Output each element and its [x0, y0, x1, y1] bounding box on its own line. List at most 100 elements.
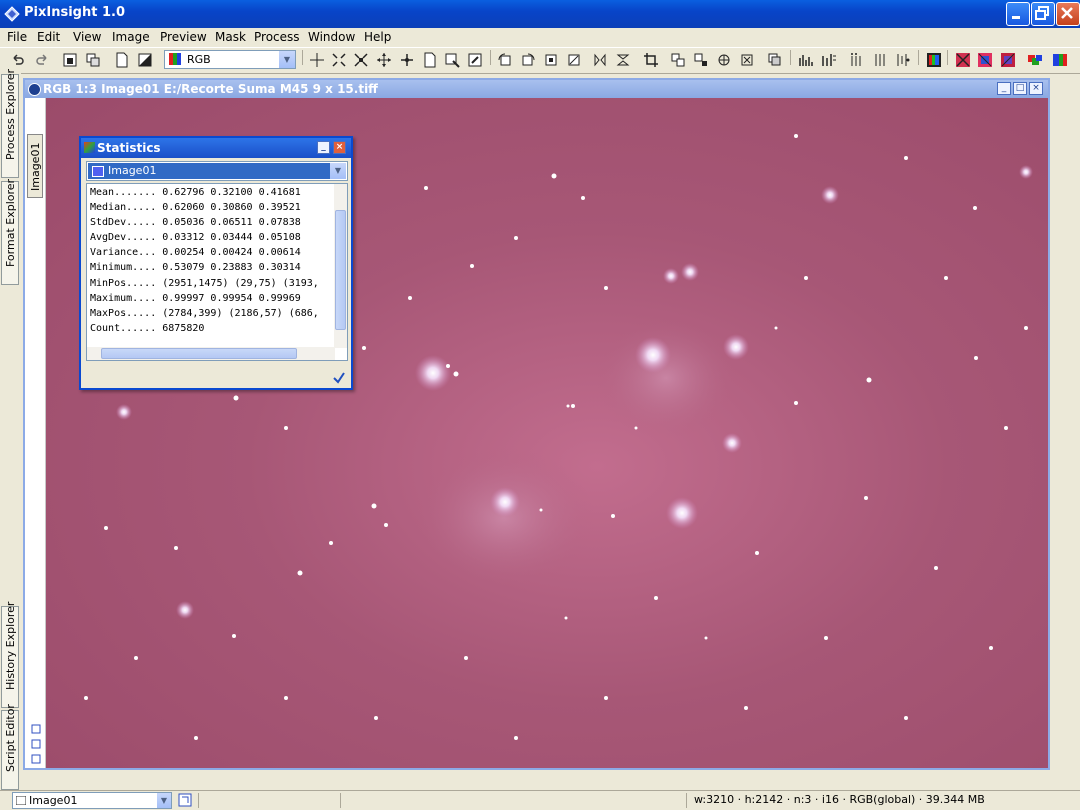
select-preview-icon[interactable] — [444, 52, 460, 68]
menu-help[interactable]: Help — [364, 30, 391, 44]
image-window-titlebar[interactable]: RGB 1:3 Image01 E:/Recorte Suma M45 9 x … — [25, 80, 1048, 98]
tab-history-explorer[interactable]: History Explorer — [1, 602, 19, 708]
menu-window[interactable]: Window — [308, 30, 355, 44]
redo-icon[interactable] — [34, 52, 50, 68]
restore-button[interactable] — [1031, 2, 1055, 26]
undo-icon[interactable] — [10, 52, 26, 68]
histogram-icon[interactable] — [798, 52, 814, 68]
rotate-right-icon[interactable] — [520, 52, 536, 68]
minimize-button[interactable] — [1006, 2, 1030, 26]
menu-image[interactable]: Image — [112, 30, 150, 44]
screen-transfer-icon[interactable] — [926, 52, 942, 68]
status-separator — [340, 793, 341, 808]
stat-label: Mean....... — [90, 187, 157, 198]
statistics-icon[interactable] — [848, 52, 864, 68]
menu-file[interactable]: File — [7, 30, 27, 44]
crop-icon[interactable] — [643, 52, 659, 68]
zoom-in-icon[interactable] — [331, 52, 347, 68]
statistics-titlebar[interactable]: Statistics _ × — [81, 138, 351, 158]
crosshair-icon[interactable] — [309, 52, 325, 68]
new-image-icon[interactable] — [114, 52, 130, 68]
star — [663, 268, 679, 284]
star — [284, 696, 288, 700]
statistics-title: Statistics — [97, 141, 161, 155]
channel-combine-icon[interactable] — [895, 52, 911, 68]
stat-values: 6875820 — [162, 322, 205, 334]
view-select[interactable]: Image01 ▼ — [86, 161, 348, 181]
fast-rotation-icon[interactable] — [716, 52, 732, 68]
star — [723, 334, 749, 360]
vertical-scrollbar[interactable] — [334, 184, 347, 348]
close-button[interactable] — [1056, 2, 1080, 26]
star — [551, 173, 557, 179]
scroll-thumb[interactable] — [335, 210, 346, 330]
tab-format-explorer[interactable]: Format Explorer — [1, 179, 19, 285]
invert-icon[interactable] — [137, 52, 153, 68]
menu-view[interactable]: View — [73, 30, 101, 44]
pan-icon[interactable] — [399, 52, 415, 68]
rgb-preview-icon[interactable] — [1052, 52, 1068, 68]
star — [666, 497, 698, 529]
star — [755, 551, 759, 555]
tab-process-explorer[interactable]: Process Explorer — [1, 69, 19, 178]
rotate-left-icon[interactable] — [497, 52, 513, 68]
star — [973, 206, 977, 210]
star — [1004, 426, 1008, 430]
edit-preview-icon[interactable] — [467, 52, 483, 68]
star — [704, 636, 708, 640]
mask-invert-icon[interactable] — [977, 52, 993, 68]
rotate-180-icon[interactable] — [543, 52, 559, 68]
statistics-minimize-button[interactable]: _ — [317, 141, 330, 154]
menu-preview[interactable]: Preview — [160, 30, 207, 44]
star — [116, 404, 132, 420]
zoom-out-icon[interactable] — [353, 52, 369, 68]
horizontal-scrollbar[interactable] — [87, 347, 335, 360]
mirror-vertical-icon[interactable] — [615, 52, 631, 68]
color-space-icon[interactable] — [767, 52, 783, 68]
star — [514, 736, 518, 740]
chevron-down-icon[interactable]: ▼ — [157, 793, 171, 808]
stat-label: Maximum.... — [90, 292, 157, 304]
image-window-title: RGB 1:3 Image01 E:/Recorte Suma M45 9 x … — [43, 82, 378, 96]
star — [490, 487, 520, 517]
image-maximize-button[interactable]: □ — [1013, 82, 1027, 95]
dynamic-crop-icon[interactable] — [739, 52, 755, 68]
scroll-thumb[interactable] — [101, 348, 297, 359]
new-view-icon[interactable] — [178, 793, 192, 807]
channel-select[interactable]: RGB ▼ — [164, 50, 296, 69]
fit-view-icon[interactable] — [376, 52, 392, 68]
clone-image-icon[interactable] — [85, 52, 101, 68]
apply-checkmark-icon[interactable] — [332, 370, 346, 384]
star — [824, 636, 828, 640]
rotate-arbitrary-icon[interactable] — [566, 52, 582, 68]
status-view-select[interactable]: Image01 ▼ — [12, 792, 172, 809]
mirror-horizontal-icon[interactable] — [592, 52, 608, 68]
chevron-down-icon[interactable]: ▼ — [330, 163, 346, 179]
integer-resample-icon[interactable] — [693, 52, 709, 68]
menu-edit[interactable]: Edit — [37, 30, 60, 44]
stat-label: AvgDev..... — [90, 232, 157, 244]
stat-values: 0.99997 0.99954 0.99969 — [162, 292, 301, 304]
stat-row-count: Count...... 6875820 — [90, 323, 204, 334]
resample-icon[interactable] — [670, 52, 686, 68]
star — [804, 276, 808, 280]
mask-enable-icon[interactable] — [1000, 52, 1016, 68]
view-mode-icons[interactable] — [31, 724, 41, 764]
menu-mask[interactable]: Mask — [215, 30, 246, 44]
image-close-button[interactable]: × — [1029, 82, 1043, 95]
image-info-icon[interactable] — [62, 52, 78, 68]
statistics-close-button[interactable]: × — [333, 141, 346, 154]
color-mask-icon[interactable] — [1027, 52, 1043, 68]
image-id-tab[interactable]: Image01 — [27, 134, 43, 198]
toolbar-separator — [490, 50, 491, 65]
statistics-output[interactable]: Mean....... 0.62796 0.32100 0.41681 Medi… — [86, 183, 348, 361]
menu-process[interactable]: Process — [254, 30, 300, 44]
curves-icon[interactable] — [821, 52, 837, 68]
chevron-down-icon[interactable]: ▼ — [279, 51, 295, 68]
star — [571, 404, 575, 408]
new-preview-icon[interactable] — [422, 52, 438, 68]
channel-extract-icon[interactable] — [872, 52, 888, 68]
mask-show-icon[interactable] — [955, 52, 971, 68]
tab-script-editor[interactable]: Script Editor — [1, 704, 19, 790]
image-minimize-button[interactable]: _ — [997, 82, 1011, 95]
